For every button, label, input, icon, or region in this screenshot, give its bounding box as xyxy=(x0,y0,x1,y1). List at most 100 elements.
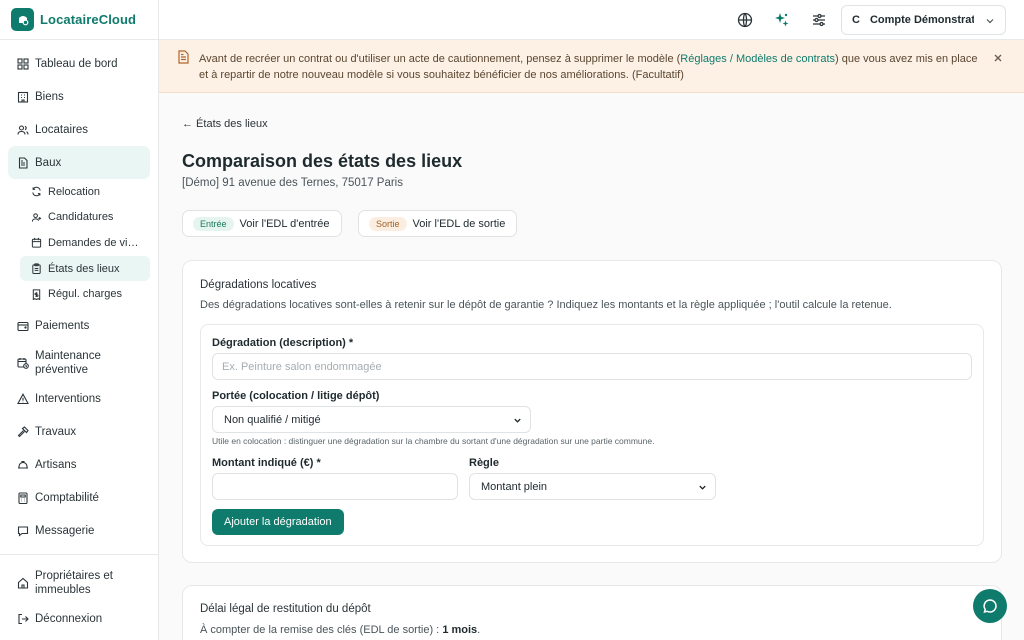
calendar-check-icon xyxy=(17,357,29,369)
sidebar-item-label: Tableau de bord xyxy=(35,57,118,70)
degradations-card: Dégradations locatives Des dégradations … xyxy=(182,260,1002,563)
sidebar-item-label: Baux xyxy=(35,156,62,169)
sidebar-item-label: Locataires xyxy=(35,123,89,136)
info-banner: Avant de recréer un contrat ou d'utilise… xyxy=(159,40,1024,93)
deposit-delay-end: . xyxy=(477,624,481,636)
brand-name: LocataireCloud xyxy=(40,12,137,27)
add-degradation-button[interactable]: Ajouter la dégradation xyxy=(212,509,344,535)
sidebar-item-label: Maintenance préventive xyxy=(35,349,101,376)
view-exit-edl-label: Voir l'EDL de sortie xyxy=(412,217,506,230)
banner-link-modeles[interactable]: Réglages / Modèles de contrats xyxy=(680,53,835,65)
sidebar-nav: Tableau de bord Biens Locataires Baux Re… xyxy=(0,40,158,636)
view-entry-edl-label: Voir l'EDL d'entrée xyxy=(239,217,330,230)
sidebar-item-travaux[interactable]: Travaux xyxy=(8,416,150,449)
scope-select-value: Non qualifié / mitigé xyxy=(224,413,321,426)
sidebar: LocataireCloud Tableau de bord Biens Loc… xyxy=(0,0,159,640)
sidebar-item-label: Propriétaires et immeubles xyxy=(35,569,113,596)
sidebar-item-locataires[interactable]: Locataires xyxy=(8,113,150,146)
degradations-description: Des dégradations locatives sont-elles à … xyxy=(200,299,892,311)
rule-select[interactable]: Montant plein xyxy=(469,473,716,500)
deposit-delay-title: Délai légal de restitution du dépôt xyxy=(200,603,371,615)
back-link[interactable]: ← États des lieux xyxy=(182,118,268,130)
degradation-form: Dégradation (description) * Portée (colo… xyxy=(200,324,984,546)
user-plus-icon xyxy=(31,212,42,223)
calendar-icon xyxy=(31,237,42,249)
sidebar-item-label: Messagerie xyxy=(35,525,95,538)
logout-icon xyxy=(17,613,29,625)
chevron-down-icon xyxy=(698,483,707,492)
chat-support-button[interactable] xyxy=(973,589,1007,623)
deposit-delay-value: 1 mois xyxy=(442,624,478,636)
account-avatar: C xyxy=(852,14,860,26)
degradation-description-label: Dégradation (description) * xyxy=(212,337,354,349)
hammer-icon xyxy=(17,426,29,438)
sidebar-item-messagerie[interactable]: Messagerie xyxy=(8,515,150,548)
rule-select-value: Montant plein xyxy=(481,480,548,493)
scope-select[interactable]: Non qualifié / mitigé xyxy=(212,406,531,433)
sidebar-item-label: Comptabilité xyxy=(35,492,99,505)
sidebar-divider xyxy=(0,553,158,555)
sidebar-subitem-relocation[interactable]: Relocation xyxy=(20,179,150,205)
wallet-icon xyxy=(17,320,29,332)
sidebar-subitem-label: États des lieux xyxy=(48,262,120,275)
amount-input[interactable] xyxy=(212,473,458,500)
sidebar-subitem-regul-charges[interactable]: Régul. charges xyxy=(20,281,150,307)
deposit-delay-label: À compter de la remise des clés (EDL de … xyxy=(200,624,440,636)
sidebar-item-interventions[interactable]: Interventions xyxy=(8,383,150,416)
rule-label: Règle xyxy=(469,457,499,469)
exit-badge: Sortie xyxy=(369,216,407,231)
sidebar-subitem-label: Relocation xyxy=(48,185,100,198)
page-subtitle: [Démo] 91 avenue des Ternes, 75017 Paris xyxy=(182,177,403,189)
chevron-down-icon xyxy=(985,16,995,26)
degradation-description-input[interactable] xyxy=(212,353,972,380)
sidebar-item-tableau-de-bord[interactable]: Tableau de bord xyxy=(8,47,150,80)
sidebar-item-comptabilite[interactable]: Comptabilité xyxy=(8,482,150,515)
sidebar-item-biens[interactable]: Biens xyxy=(8,80,150,113)
banner-optional: (Facultatif) xyxy=(631,69,684,81)
chat-bubble-icon xyxy=(982,598,998,614)
sidebar-item-label: Travaux xyxy=(35,426,77,439)
sidebar-item-label: Artisans xyxy=(35,459,77,472)
sidebar-subitem-etats-des-lieux[interactable]: États des lieux xyxy=(20,255,150,282)
view-exit-edl-button[interactable]: Sortie Voir l'EDL de sortie xyxy=(358,210,518,237)
document-warning-icon xyxy=(177,50,190,64)
topbar: C Compte Démonstration xyxy=(159,0,1024,40)
view-entry-edl-button[interactable]: Entrée Voir l'EDL d'entrée xyxy=(182,210,342,237)
alert-icon xyxy=(17,393,29,405)
globe-icon[interactable] xyxy=(737,12,753,28)
sidebar-item-baux[interactable]: Baux xyxy=(8,146,150,179)
banner-text: Avant de recréer un contrat ou d'utilise… xyxy=(199,53,681,65)
sidebar-subitem-label: Régul. charges xyxy=(48,288,122,301)
refresh-icon xyxy=(31,186,42,197)
building-icon xyxy=(17,91,29,103)
settings-sliders-icon[interactable] xyxy=(811,12,827,28)
chat-icon xyxy=(17,525,29,538)
amount-label: Montant indiqué (€) * xyxy=(212,457,321,469)
sidebar-item-label: Déconnexion xyxy=(35,613,103,626)
degradations-title: Dégradations locatives xyxy=(200,279,317,291)
sidebar-subitem-candidatures[interactable]: Candidatures xyxy=(20,205,150,231)
sidebar-item-label: Biens xyxy=(35,90,64,103)
account-switcher[interactable]: C Compte Démonstration xyxy=(841,5,1006,35)
sidebar-item-proprietaires[interactable]: Propriétaires et immeubles xyxy=(8,563,150,603)
close-icon[interactable] xyxy=(993,53,1003,63)
sparkle-icon[interactable] xyxy=(774,12,790,28)
chevron-down-icon xyxy=(513,416,522,425)
deposit-delay-text: À compter de la remise des clés (EDL de … xyxy=(200,624,480,636)
sidebar-item-maintenance-preventive[interactable]: Maintenance préventive xyxy=(8,343,150,383)
brand-logo xyxy=(11,8,34,31)
sidebar-item-label: Paiements xyxy=(35,320,90,333)
sidebar-subitem-label: Demandes de vi… xyxy=(48,236,139,249)
sidebar-item-deconnexion[interactable]: Déconnexion xyxy=(8,603,150,636)
users-icon xyxy=(17,124,29,136)
sidebar-subitem-demandes-de-visite[interactable]: Demandes de vi… xyxy=(20,230,150,256)
calculator-icon xyxy=(17,492,29,505)
brand[interactable]: LocataireCloud xyxy=(0,0,158,40)
receipt-icon xyxy=(31,289,42,300)
sidebar-item-artisans[interactable]: Artisans xyxy=(8,449,150,482)
account-name: Compte Démonstration xyxy=(869,14,974,26)
sidebar-item-paiements[interactable]: Paiements xyxy=(8,310,150,343)
sidebar-item-label: Interventions xyxy=(35,393,101,406)
scope-label: Portée (colocation / litige dépôt) xyxy=(212,390,380,402)
document-icon xyxy=(17,156,29,169)
